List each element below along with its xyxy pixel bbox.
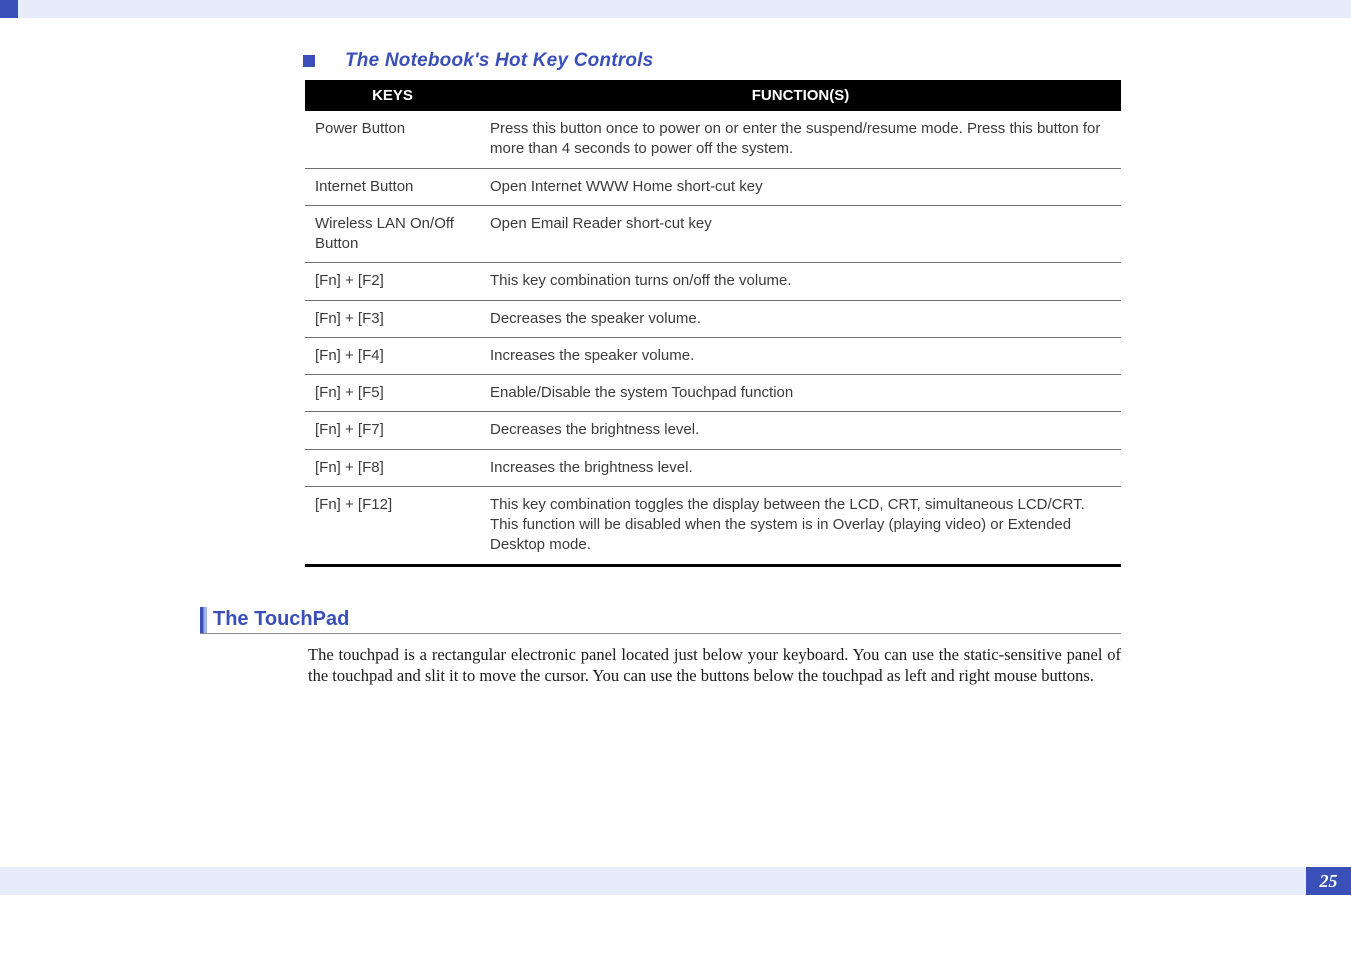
section-heading: The Notebook's Hot Key Controls — [303, 50, 1121, 72]
cell-key: [Fn] + [F5] — [305, 375, 480, 412]
table-row: [Fn] + [F8] Increases the brightness lev… — [305, 449, 1121, 486]
cell-func: Increases the speaker volume. — [480, 337, 1121, 374]
touchpad-section: The TouchPad The touchpad is a rectangul… — [200, 607, 1121, 688]
cell-key: [Fn] + [F8] — [305, 449, 480, 486]
table-header-row: KEYS FUNCTION(S) — [305, 82, 1121, 110]
cell-func: Open Internet WWW Home short-cut key — [480, 168, 1121, 205]
cell-key: [Fn] + [F3] — [305, 300, 480, 337]
cell-key: Power Button — [305, 110, 480, 169]
cell-key: [Fn] + [F2] — [305, 263, 480, 300]
section-title: The Notebook's Hot Key Controls — [345, 50, 653, 72]
table-row: Internet Button Open Internet WWW Home s… — [305, 168, 1121, 205]
cell-func: Decreases the brightness level. — [480, 412, 1121, 449]
cell-func: This key combination toggles the display… — [480, 486, 1121, 565]
cell-func: Open Email Reader short-cut key — [480, 205, 1121, 263]
table-row: [Fn] + [F2] This key combination turns o… — [305, 263, 1121, 300]
header-function: FUNCTION(S) — [480, 82, 1121, 110]
table-row: Wireless LAN On/Off Button Open Email Re… — [305, 205, 1121, 263]
cell-func: Decreases the speaker volume. — [480, 300, 1121, 337]
cell-func: Enable/Disable the system Touchpad funct… — [480, 375, 1121, 412]
cell-key: [Fn] + [F7] — [305, 412, 480, 449]
hotkeys-table: KEYS FUNCTION(S) Power Button Press this… — [305, 80, 1121, 567]
cell-key: [Fn] + [F4] — [305, 337, 480, 374]
cell-key: Wireless LAN On/Off Button — [305, 205, 480, 263]
touchpad-heading-row: The TouchPad — [200, 607, 1121, 634]
table-row: [Fn] + [F12] This key combination toggle… — [305, 486, 1121, 565]
cell-key: Internet Button — [305, 168, 480, 205]
cell-func: This key combination turns on/off the vo… — [480, 263, 1121, 300]
header-keys: KEYS — [305, 82, 480, 110]
touchpad-body: The touchpad is a rectangular electronic… — [308, 644, 1121, 688]
touchpad-title: The TouchPad — [213, 608, 349, 633]
main-content: The Notebook's Hot Key Controls KEYS FUN… — [0, 18, 1351, 567]
top-accent-square — [0, 0, 18, 18]
page-number: 25 — [1306, 867, 1351, 895]
table-row: Power Button Press this button once to p… — [305, 110, 1121, 169]
table-row: [Fn] + [F5] Enable/Disable the system To… — [305, 375, 1121, 412]
square-bullet-icon — [303, 55, 315, 67]
cell-func: Increases the brightness level. — [480, 449, 1121, 486]
table-row: [Fn] + [F7] Decreases the brightness lev… — [305, 412, 1121, 449]
cell-func: Press this button once to power on or en… — [480, 110, 1121, 169]
cell-key: [Fn] + [F12] — [305, 486, 480, 565]
heading-bar-icon — [200, 607, 207, 633]
table-row: [Fn] + [F3] Decreases the speaker volume… — [305, 300, 1121, 337]
top-accent-bar — [0, 0, 1351, 18]
footer-bar: 25 — [0, 867, 1351, 895]
table-row: [Fn] + [F4] Increases the speaker volume… — [305, 337, 1121, 374]
